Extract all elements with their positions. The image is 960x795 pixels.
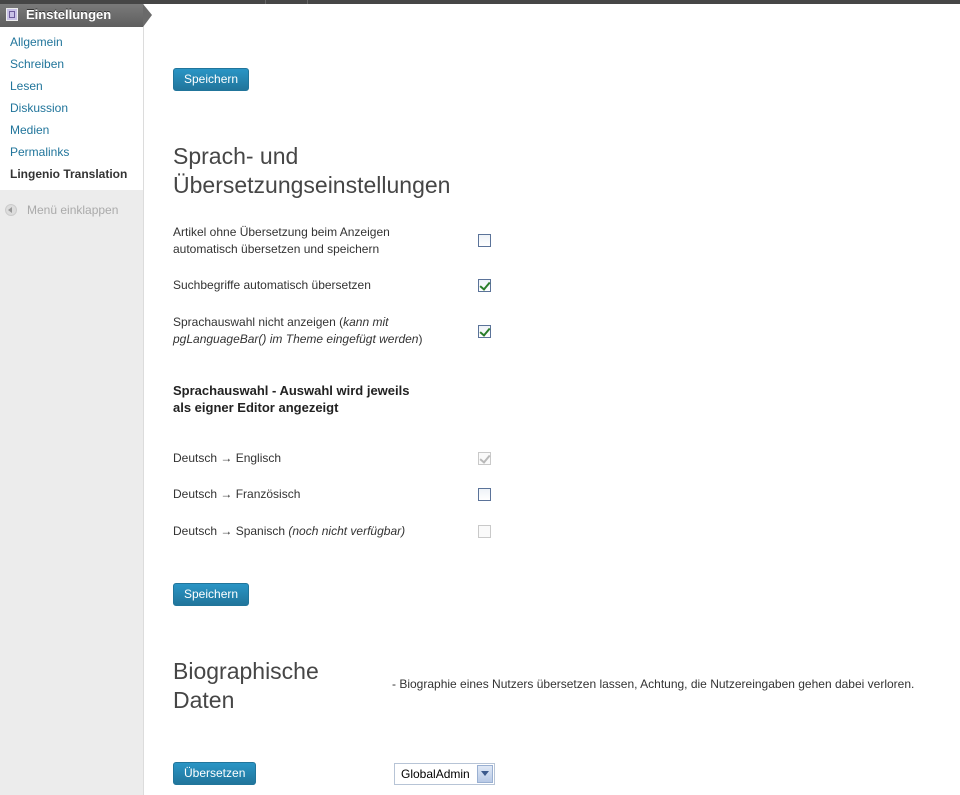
pair-de-es-note: (noch nicht verfügbar)	[288, 524, 406, 538]
collapse-menu-label: Menü einklappen	[27, 203, 119, 217]
section-title-biography: Biographische Daten	[173, 657, 319, 715]
collapse-arrow-icon	[5, 204, 17, 216]
sidebar-item-lingenio-translation[interactable]: Lingenio Translation	[0, 163, 143, 185]
section-title-language-line1: Sprach- und	[173, 143, 299, 169]
option-label-italic: kann mit	[343, 315, 389, 329]
section-title-language-line2: Übersetzungseinstellungen	[173, 172, 451, 198]
hide-language-bar-checkbox[interactable]	[478, 325, 491, 338]
option-auto-translate-articles-label: Artikel ohne Übersetzung beim Anzeigen a…	[173, 224, 390, 258]
user-select[interactable]: GlobalAdmin	[394, 763, 495, 785]
language-selection-heading: Sprachauswahl - Auswahl wird jeweils als…	[173, 382, 409, 416]
option-label-plain: )	[418, 332, 423, 346]
translate-search-terms-checkbox[interactable]	[478, 279, 491, 292]
admin-sidebar: Einstellungen Allgemein Schreiben Lesen …	[0, 4, 152, 795]
pair-de-fr-checkbox[interactable]	[478, 488, 491, 501]
section-title-language: Sprach- und Übersetzungseinstellungen	[173, 142, 450, 200]
heading-line1: Sprachauswahl - Auswahl wird jeweils	[173, 383, 410, 398]
pair-de-es-text: Deutsch → Spanisch	[173, 524, 289, 538]
sidebar-item-allgemein[interactable]: Allgemein	[0, 31, 143, 53]
sidebar-item-medien[interactable]: Medien	[0, 119, 143, 141]
settings-menu-header[interactable]: Einstellungen	[0, 4, 152, 27]
sidebar-item-permalinks[interactable]: Permalinks	[0, 141, 143, 163]
heading-line2: als eigner Editor angezeigt	[173, 400, 339, 415]
translate-button[interactable]: Übersetzen	[173, 762, 257, 785]
section-title-bio-line2: Daten	[173, 687, 235, 713]
pair-de-es-checkbox	[478, 525, 491, 538]
settings-menu-label: Einstellungen	[26, 7, 112, 22]
option-label-plain: Sprachauswahl nicht anzeigen (	[173, 315, 344, 329]
save-button-top[interactable]: Speichern	[173, 68, 250, 91]
section-title-bio-line1: Biographische	[173, 658, 319, 684]
sidebar-item-schreiben[interactable]: Schreiben	[0, 53, 143, 75]
option-label-line1: Artikel ohne Übersetzung beim Anzeigen	[173, 225, 390, 239]
pair-de-fr-label: Deutsch → Französisch	[173, 487, 301, 501]
chevron-down-icon[interactable]	[477, 765, 493, 783]
sidebar-item-lesen[interactable]: Lesen	[0, 75, 143, 97]
option-hide-language-bar-label: Sprachauswahl nicht anzeigen (kann mit p…	[173, 314, 422, 348]
pair-de-en-checkbox	[478, 452, 491, 465]
auto-translate-articles-checkbox[interactable]	[478, 234, 491, 247]
option-translate-search-label: Suchbegriffe automatisch übersetzen	[173, 278, 371, 292]
save-button-bottom[interactable]: Speichern	[173, 583, 250, 606]
settings-plugin-icon	[6, 8, 18, 21]
collapse-menu-button[interactable]: Menü einklappen	[0, 200, 143, 222]
top-bar-divider	[265, 0, 266, 4]
pair-de-en-label: Deutsch → Englisch	[173, 451, 282, 465]
top-bar-divider	[307, 0, 308, 4]
sidebar-item-diskussion[interactable]: Diskussion	[0, 97, 143, 119]
option-label-line2: automatisch übersetzen und speichern	[173, 242, 380, 256]
pair-de-es-label: Deutsch → Spanisch (noch nicht verfügbar…	[173, 523, 405, 540]
option-label-italic: pgLanguageBar() im Theme eingefügt werde…	[173, 332, 419, 346]
current-menu-arrow	[143, 4, 152, 27]
settings-submenu: Allgemein Schreiben Lesen Diskussion Med…	[0, 27, 143, 190]
biography-description: - Biographie eines Nutzers übersetzen la…	[392, 677, 915, 691]
user-select-value: GlobalAdmin	[401, 767, 470, 781]
